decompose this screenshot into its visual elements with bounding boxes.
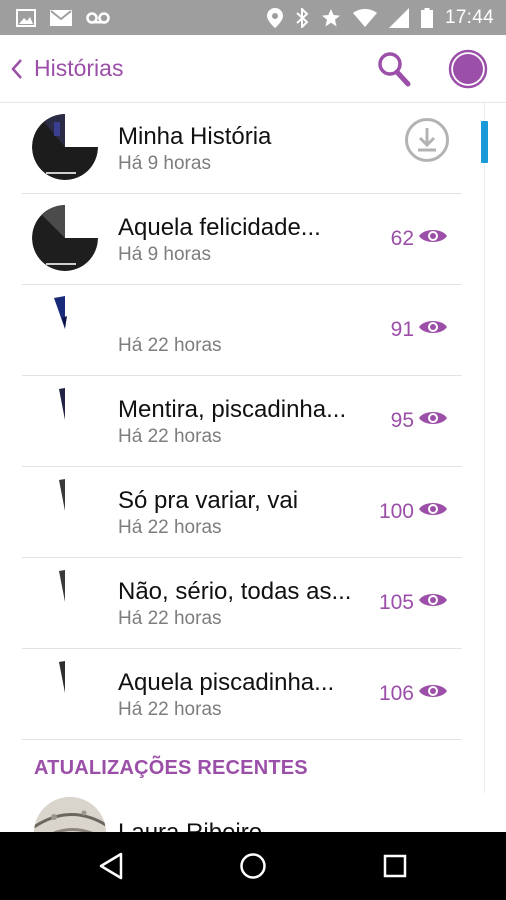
story-time: Há 9 horas [118,153,211,174]
story-row[interactable]: Mentira, piscadinha... Há 22 horas 95 [22,376,462,467]
home-circle-icon[interactable] [223,836,283,896]
story-row[interactable]: Minha História Há 9 horas [22,103,462,194]
recents-square-icon[interactable] [365,836,425,896]
story-title: Minha História [118,123,272,150]
status-time: 17:44 [444,6,494,28]
eye-icon [418,681,448,707]
view-count: 100 [379,499,448,525]
story-thumbnail [32,296,98,362]
story-row[interactable]: Aquela piscadinha... Há 22 horas 106 [22,649,462,740]
story-thumbnail [32,114,98,180]
view-count-value: 62 [390,227,414,250]
story-title: Aquela piscadinha... [118,669,335,696]
app-bar: Histórias [0,35,506,103]
story-thumbnail [32,660,98,726]
eye-icon [418,317,448,343]
section-header-recent-updates: ATUALIZAÇÕES RECENTES [34,757,308,779]
story-thumbnail [32,569,98,635]
search-icon[interactable] [372,47,416,91]
story-row[interactable]: Só pra variar, vai Há 22 horas 100 [22,467,462,558]
story-row[interactable]: Há 22 horas 91 [22,285,462,376]
wifi-icon [352,8,377,27]
bluetooth-icon [295,7,309,28]
signal-icon [388,7,409,28]
story-thumbnail [32,205,98,271]
status-bar: 17:44 [0,0,506,35]
profile-circle-icon[interactable] [446,47,490,91]
battery-icon [420,7,433,28]
eye-icon [418,226,448,252]
view-count-value: 105 [378,591,414,614]
navigation-bar [0,832,506,900]
friend-name: Laura Ribeiro [118,819,262,832]
voicemail-icon [86,11,110,24]
view-count-value: 100 [378,500,414,523]
location-icon [266,7,283,28]
scrollbar-thumb[interactable] [481,121,488,163]
story-row[interactable]: Aquela felicidade... Há 9 horas 62 [22,194,462,285]
eye-icon [418,590,448,616]
friend-row[interactable]: Laura Ribeiro [22,793,462,832]
view-count: 91 [391,317,448,343]
view-count-value: 106 [378,682,414,705]
story-time: Há 22 horas [118,699,222,720]
story-thumbnail [32,387,98,453]
story-time: Há 22 horas [118,335,222,356]
story-time: Há 22 horas [118,426,222,447]
story-time: Há 22 horas [118,517,222,538]
app-bar-actions [372,47,490,91]
avatar [34,797,106,832]
view-count-value: 91 [390,318,414,341]
mail-icon [50,9,72,26]
view-count-value: 95 [390,409,414,432]
story-title: Só pra variar, vai [118,487,299,514]
image-icon [16,8,36,27]
story-title: Aquela felicidade... [118,214,321,241]
view-count: 105 [379,590,448,616]
chevron-left-icon[interactable] [10,54,30,84]
eye-icon [418,499,448,525]
view-count: 62 [391,226,448,252]
status-right: 17:44 [266,6,494,29]
story-time: Há 22 horas [118,608,222,629]
star-icon [321,8,341,28]
view-count: 106 [379,681,448,707]
scrollbar-track [484,103,485,793]
story-row[interactable]: Não, sério, todas as... Há 22 horas 105 [22,558,462,649]
view-count: 95 [391,408,448,434]
download-icon[interactable] [404,117,450,163]
story-title: Mentira, piscadinha... [118,396,347,423]
stories-list[interactable]: Minha História Há 9 horas Aquela felicid… [0,103,506,832]
back-triangle-icon[interactable] [81,836,141,896]
story-time: Há 9 horas [118,244,211,265]
status-left [16,8,110,27]
eye-icon [418,408,448,434]
story-title: Não, sério, todas as... [118,578,352,605]
page-title[interactable]: Histórias [34,55,123,82]
story-thumbnail [32,478,98,544]
